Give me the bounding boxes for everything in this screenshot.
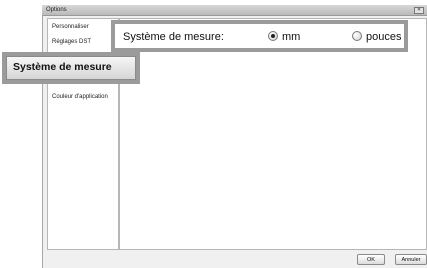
measurement-system-label: Système de mesure: (123, 31, 224, 43)
sidebar-item-couleur-application[interactable]: Couleur d'application (52, 93, 108, 101)
mm-radio-label[interactable]: mm (282, 30, 300, 44)
sidebar-item-personnaliser[interactable]: Personnaliser (52, 23, 89, 31)
ok-button[interactable]: OK (357, 254, 385, 265)
sidebar-item-label: Système de mesure (13, 61, 112, 73)
sidebar-item-systeme-de-mesure[interactable]: Système de mesure (6, 56, 136, 80)
window-title: Options (46, 7, 67, 13)
title-bar: Options ✕ (42, 5, 427, 16)
radio-selected-dot (271, 34, 275, 38)
close-icon[interactable]: ✕ (414, 7, 424, 14)
pouces-radio[interactable] (352, 31, 362, 41)
sidebar-item-reglages-dst[interactable]: Réglages DST (52, 38, 91, 46)
cancel-button[interactable]: Annuler (395, 254, 427, 265)
mm-radio[interactable] (268, 31, 278, 41)
main-panel (119, 18, 427, 250)
sidebar-selected-callout: Système de mesure (2, 52, 140, 84)
pouces-radio-label[interactable]: pouces (366, 30, 401, 44)
measurement-system-row: Système de mesure: mm pouces (111, 20, 408, 52)
